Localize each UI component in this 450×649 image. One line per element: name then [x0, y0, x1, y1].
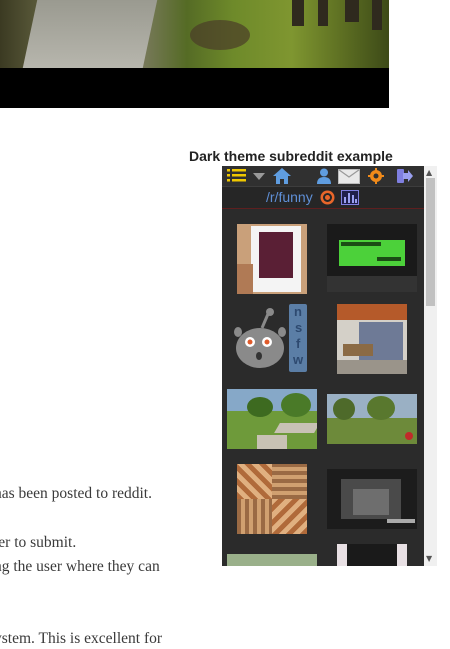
mail-icon[interactable] — [338, 169, 360, 184]
target-icon[interactable] — [320, 190, 335, 205]
thumbnail-grid: n s f w — [222, 210, 424, 566]
gear-icon[interactable] — [368, 168, 384, 184]
scrollbar-thumb[interactable] — [426, 178, 435, 306]
nsfw-letter: w — [293, 352, 304, 367]
nsfw-letter: n — [294, 304, 302, 319]
thumb-photo-frame[interactable] — [237, 224, 307, 294]
thumb-partial-2[interactable] — [337, 544, 407, 566]
scroll-down-icon[interactable]: ▼ — [426, 554, 432, 563]
thumb-room[interactable] — [337, 304, 407, 374]
thumb-partial-1[interactable] — [227, 554, 317, 566]
nsfw-letter: f — [296, 336, 301, 351]
widget-title: Dark theme subreddit example — [189, 148, 393, 164]
article-line: has been posted to reddit. — [0, 485, 152, 502]
thumb-lcd-display[interactable] — [327, 224, 417, 292]
chevron-down-icon[interactable] — [253, 173, 265, 181]
scroll-up-icon[interactable]: ▲ — [426, 168, 432, 177]
list-icon[interactable] — [227, 168, 246, 184]
home-icon[interactable] — [273, 168, 291, 184]
subreddit-bar: /r/funny — [222, 186, 424, 209]
bar-chart-icon[interactable] — [341, 190, 359, 205]
hero-image — [0, 0, 389, 108]
scrollbar[interactable]: ▲ ▼ — [424, 166, 437, 566]
article-line: ter to submit. — [0, 534, 77, 551]
thumb-tiles[interactable] — [237, 464, 307, 534]
thumb-dark-street[interactable] — [327, 469, 417, 529]
thumb-park-trees[interactable] — [327, 394, 417, 444]
hero-photo-park-path — [0, 0, 389, 68]
thumb-park-path[interactable] — [227, 389, 317, 449]
user-icon[interactable] — [317, 168, 331, 184]
article-line: ng the user where they can — [0, 558, 160, 575]
nsfw-letter: s — [295, 320, 303, 335]
logout-icon[interactable] — [397, 169, 413, 183]
thumb-nsfw-alien[interactable]: n s f w — [234, 302, 309, 374]
subreddit-link[interactable]: /r/funny — [266, 189, 313, 205]
article-line: ystem. This is excellent for — [0, 630, 163, 647]
subreddit-widget: /r/funny n s f w ▲ ▼ — [222, 166, 437, 566]
widget-toolbar — [222, 166, 424, 186]
